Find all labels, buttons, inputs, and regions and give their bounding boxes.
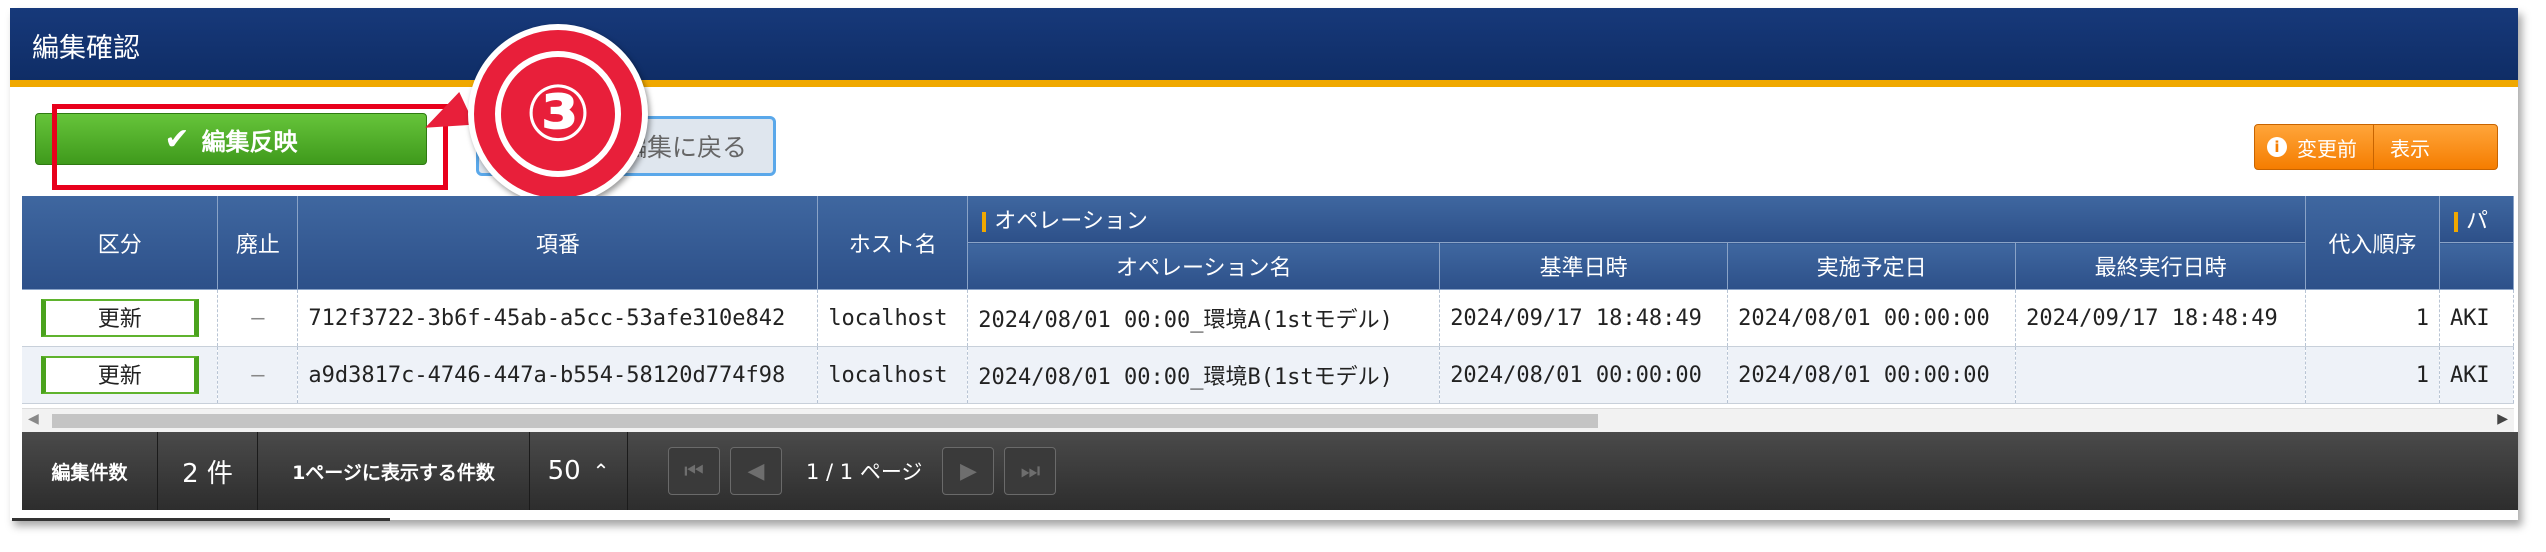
header-operation-group: オペレーション [967, 196, 2307, 243]
info-icon: i [2267, 137, 2287, 157]
scheduled-datetime-cell: 2024/08/01 00:00:00 [1727, 346, 2017, 404]
last-run-datetime-cell: 2024/09/17 18:48:49 [2015, 289, 2307, 347]
show-before-change-button[interactable]: i 変更前 表示 [2254, 124, 2498, 170]
header-koban[interactable]: 項番 [297, 196, 819, 290]
per-page-select[interactable]: 50 ⌃ [530, 432, 628, 510]
host-cell: localhost [817, 289, 969, 347]
kubun-cell: 更新 [22, 289, 219, 347]
table-row: 更新 — 712f3722-3b6f-45ab-a5cc-53afe310e84… [22, 289, 2514, 347]
substitution-order-cell: 1 [2305, 289, 2440, 347]
header-scheduled-datetime[interactable]: 実施予定日 [1727, 242, 2017, 290]
show-label: 表示 [2390, 136, 2430, 161]
group-marker [982, 212, 987, 232]
header-haishi[interactable]: 廃止 [217, 196, 299, 290]
scroll-right-icon[interactable]: ▶ [2497, 411, 2508, 427]
update-badge[interactable]: 更新 [40, 356, 199, 394]
table-footer: 編集件数 2 件 1ページに表示する件数 50 ⌃ ⏮ ◀ 1 / 1 ページ … [22, 432, 2518, 510]
horizontal-scrollbar[interactable]: ◀ ▶ [22, 408, 2514, 433]
haishi-cell: — [217, 289, 299, 347]
host-cell: localhost [817, 346, 969, 404]
step-number: ③ [495, 51, 621, 177]
substitution-order-cell: 1 [2305, 346, 2440, 404]
operation-group-label: オペレーション [994, 209, 1148, 234]
prev-page-icon[interactable]: ◀ [730, 447, 782, 495]
header-substitution-order[interactable]: 代入順序 [2305, 196, 2440, 290]
operation-name-cell: 2024/08/01 00:00_環境B(1stモデル) [967, 346, 1441, 404]
kubun-cell: 更新 [22, 346, 219, 404]
last-run-datetime-cell [2015, 346, 2307, 404]
next-page-icon[interactable]: ▶ [942, 447, 995, 495]
koban-cell: 712f3722-3b6f-45ab-a5cc-53afe310e842 [297, 289, 819, 347]
operation-name-cell: 2024/08/01 00:00_環境A(1stモデル) [967, 289, 1441, 347]
scroll-left-icon[interactable]: ◀ [28, 411, 39, 427]
group-marker [2453, 212, 2458, 232]
koban-cell: a9d3817c-4746-447a-b554-58120d774f98 [297, 346, 819, 404]
haishi-cell: — [217, 346, 299, 404]
next-cell: AKI [2439, 346, 2514, 404]
header-host[interactable]: ホスト名 [817, 196, 969, 290]
panel-header: 編集確認 [10, 8, 2518, 87]
per-page-label: 1ページに表示する件数 [258, 432, 530, 510]
chevron-up-icon: ⌃ [592, 459, 610, 483]
table-row: 更新 — a9d3817c-4746-447a-b554-58120d774f9… [22, 346, 2514, 404]
panel-title: 編集確認 [32, 33, 140, 64]
header-last-run-datetime[interactable]: 最終実行日時 [2015, 242, 2307, 290]
page-info: 1 / 1 ページ [806, 460, 923, 484]
next-group-label: パ [2465, 209, 2488, 234]
per-page-value: 50 [547, 456, 581, 486]
header-operation-name[interactable]: オペレーション名 [967, 242, 1441, 290]
edit-confirm-panel: 編集確認 編集に戻る ✔ 編集反映 ③ i 変更前 表示 区分 廃止 項番 ホス… [10, 8, 2518, 520]
highlight-frame [52, 104, 448, 190]
results-table: 区分 廃止 項番 ホスト名 オペレーション 代入順序 パ オペレーション名 基準… [22, 196, 2514, 404]
header-kubun[interactable]: 区分 [22, 196, 219, 290]
edit-count-label: 編集件数 [22, 432, 158, 510]
footer-underline [12, 518, 390, 521]
scheduled-datetime-cell: 2024/08/01 00:00:00 [1727, 289, 2017, 347]
base-datetime-cell: 2024/08/01 00:00:00 [1439, 346, 1729, 404]
header-next-group: パ [2439, 196, 2514, 243]
edit-count-value: 2 件 [158, 432, 258, 510]
scrollbar-thumb[interactable] [52, 414, 1598, 428]
last-page-icon[interactable]: ⏭ [1004, 447, 1057, 495]
header-base-datetime[interactable]: 基準日時 [1439, 242, 1729, 290]
update-badge[interactable]: 更新 [40, 299, 199, 337]
step-callout: ③ [468, 24, 648, 204]
before-change-label: 変更前 [2297, 136, 2357, 161]
next-cell: AKI [2439, 289, 2514, 347]
base-datetime-cell: 2024/09/17 18:48:49 [1439, 289, 1729, 347]
first-page-icon[interactable]: ⏮ [668, 447, 720, 495]
results-table-container: 区分 廃止 項番 ホスト名 オペレーション 代入順序 パ オペレーション名 基準… [22, 196, 2514, 408]
header-next-sub [2439, 242, 2514, 290]
